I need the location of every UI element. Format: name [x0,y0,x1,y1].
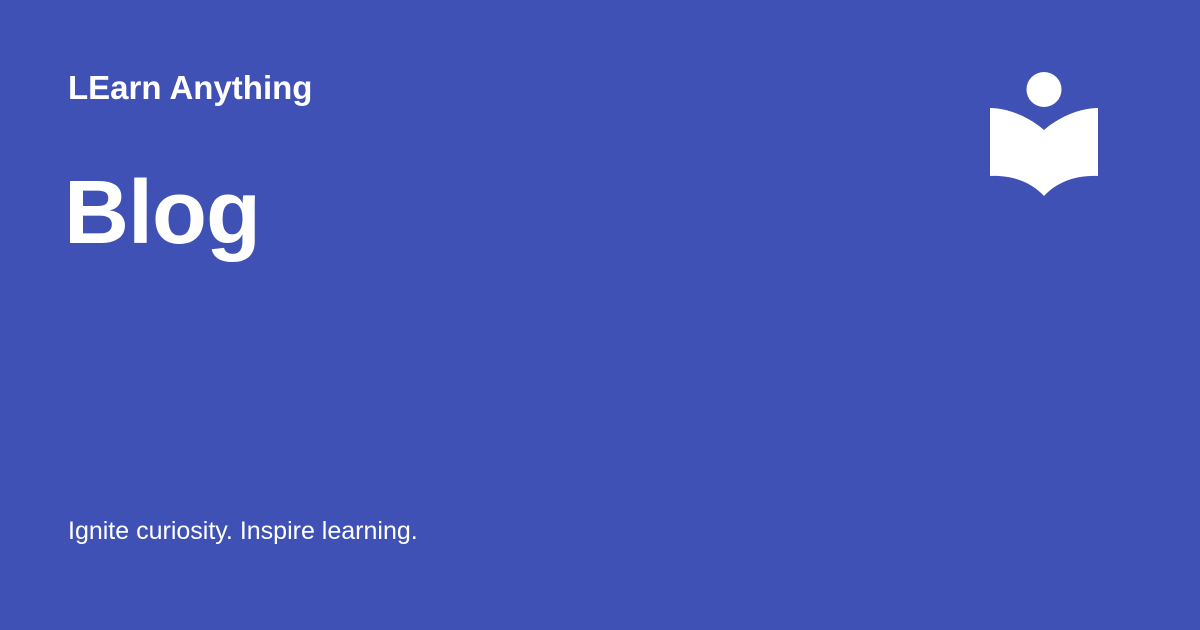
tagline: Ignite curiosity. Inspire learning. [68,517,418,545]
brand-name: LEarn Anything [68,69,313,106]
social-card: LEarn Anything Blog Ignite curiosity. In… [0,0,1200,630]
page-title: Blog [64,163,261,263]
reader-book-icon [990,72,1098,196]
